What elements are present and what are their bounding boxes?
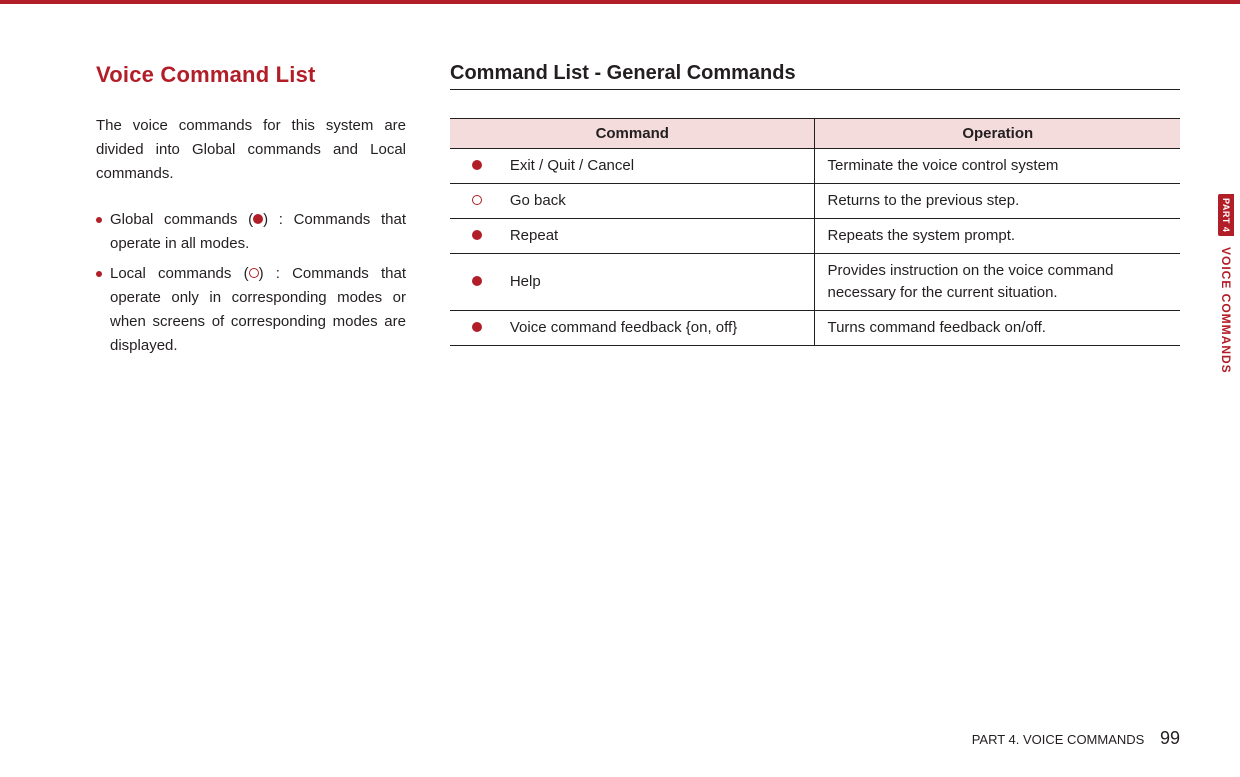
table-row: RepeatRepeats the system prompt. — [450, 219, 1180, 254]
operation-cell: Repeats the system prompt. — [815, 219, 1180, 254]
filled-circle-icon — [253, 214, 263, 224]
side-section-label: VOICE COMMANDS — [1219, 247, 1233, 374]
left-column: Voice Command List The voice commands fo… — [96, 62, 406, 364]
filled-circle-icon — [472, 276, 482, 286]
row-marker-cell — [450, 184, 498, 219]
general-commands-table: Command Operation Exit / Quit / CancelTe… — [450, 118, 1180, 346]
command-cell: Go back — [498, 184, 815, 219]
part-chip: PART 4 — [1218, 194, 1234, 236]
table-row: Go backReturns to the previous step. — [450, 184, 1180, 219]
page-footer: PART 4. VOICE COMMANDS 99 — [972, 728, 1180, 749]
filled-circle-icon — [472, 322, 482, 332]
page-number: 99 — [1160, 728, 1180, 748]
outline-circle-icon — [249, 268, 259, 278]
table-row: Exit / Quit / CancelTerminate the voice … — [450, 149, 1180, 184]
side-tab: PART 4 VOICE COMMANDS — [1212, 194, 1240, 379]
section-heading-left: Voice Command List — [96, 62, 406, 88]
command-cell: Help — [498, 254, 815, 311]
command-cell: Repeat — [498, 219, 815, 254]
row-marker-cell — [450, 254, 498, 311]
operation-cell: Turns command feedback on/off. — [815, 311, 1180, 346]
header-operation: Operation — [815, 119, 1180, 149]
operation-cell: Terminate the voice control system — [815, 149, 1180, 184]
operation-cell: Provides instruction on the voice comman… — [815, 254, 1180, 311]
row-marker-cell — [450, 219, 498, 254]
page-content: Voice Command List The voice commands fo… — [0, 4, 1240, 777]
table-row: Voice command feedback {on, off}Turns co… — [450, 311, 1180, 346]
section-heading-right: Command List - General Commands — [450, 62, 1180, 90]
intro-paragraph: The voice commands for this system are d… — [96, 114, 406, 186]
right-column: Command List - General Commands Command … — [450, 62, 1180, 346]
table-row: HelpProvides instruction on the voice co… — [450, 254, 1180, 311]
local-commands-def: Local commands () : Commands that operat… — [96, 262, 406, 358]
table-header-row: Command Operation — [450, 119, 1180, 149]
global-def-pre: Global commands ( — [110, 211, 253, 228]
command-cell: Exit / Quit / Cancel — [498, 149, 815, 184]
header-command: Command — [450, 119, 815, 149]
filled-circle-icon — [472, 230, 482, 240]
command-type-definitions: Global commands () : Commands that opera… — [96, 208, 406, 358]
two-column-layout: Voice Command List The voice commands fo… — [96, 62, 1180, 364]
global-commands-def: Global commands () : Commands that opera… — [96, 208, 406, 256]
row-marker-cell — [450, 311, 498, 346]
footer-section: PART 4. VOICE COMMANDS — [972, 732, 1145, 747]
operation-cell: Returns to the previous step. — [815, 184, 1180, 219]
command-cell: Voice command feedback {on, off} — [498, 311, 815, 346]
outline-circle-icon — [472, 195, 482, 205]
local-def-pre: Local commands ( — [110, 265, 249, 282]
row-marker-cell — [450, 149, 498, 184]
filled-circle-icon — [472, 160, 482, 170]
